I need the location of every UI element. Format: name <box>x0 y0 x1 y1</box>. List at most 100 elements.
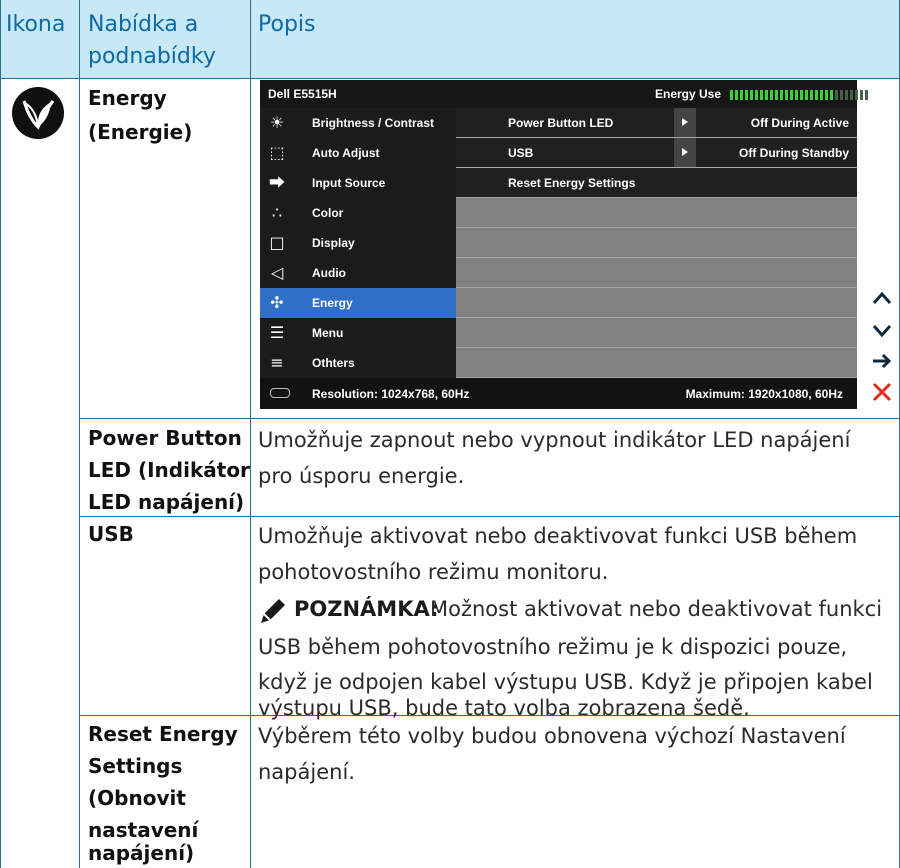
energy-meter-segment <box>840 90 843 100</box>
osd-menu-item-label: Brightness / Contrast <box>312 116 435 130</box>
energy-meter-segment <box>765 90 768 100</box>
usb-note-line2: USB během pohotovostního režimu je k dis… <box>258 635 848 659</box>
energy-meter-segment <box>830 90 833 100</box>
energy-meter-segment <box>735 90 738 100</box>
reset-description-line2: napájení. <box>258 760 355 784</box>
energy-use-meter <box>260 80 868 108</box>
energy-meter-segment <box>820 90 823 100</box>
osd-menu-item-menu[interactable]: ☰ Menu <box>260 318 456 348</box>
submenu-arrow-icon <box>674 138 696 167</box>
osd-submenu-value: Off During Active <box>750 116 849 130</box>
brightness-icon: ☀ <box>269 113 285 132</box>
energy-meter-segment <box>845 90 848 100</box>
energy-meter-segment <box>770 90 773 100</box>
usb-description-line1: Umožňuje aktivovat nebo deaktivovat funk… <box>258 524 858 548</box>
osd-submenu-empty-row <box>456 318 857 348</box>
osd-menu-item-label: Auto Adjust <box>312 146 380 160</box>
grid-line <box>0 0 1 868</box>
reset-name-line5: napájení) <box>88 841 195 865</box>
osd-resolution: Resolution: 1024x768, 60Hz <box>312 387 470 401</box>
osd-maximum-resolution: Maximum: 1920x1080, 60Hz <box>685 387 843 401</box>
energy-meter-segment <box>780 90 783 100</box>
energy-meter-segment <box>810 90 813 100</box>
energy-meter-segment <box>800 90 803 100</box>
energy-meter-segment <box>835 90 838 100</box>
up-arrow-icon[interactable] <box>870 287 894 311</box>
osd-menu-item-color[interactable]: ∴ Color <box>260 198 456 228</box>
note-pencil-icon <box>259 597 287 625</box>
osd-submenu-row[interactable]: Power Button LED Off During Active <box>456 108 857 138</box>
osd-submenu-label: Reset Energy Settings <box>508 176 636 190</box>
audio-icon: ◁ <box>270 263 284 282</box>
grid-line <box>79 418 900 419</box>
osd-menu-item-display[interactable]: □ Display <box>260 228 456 258</box>
osd-menu-item-auto-adjust[interactable]: ⬚ Auto Adjust <box>260 138 456 168</box>
header-menu-label-line2: podnabídky <box>88 44 216 69</box>
energy-leaf-icon <box>12 87 64 139</box>
energy-meter-segment <box>740 90 743 100</box>
energy-meter-segment <box>755 90 758 100</box>
grid-line <box>250 0 251 868</box>
osd-menu-item-label: Display <box>312 236 355 250</box>
osd-submenu-panel: Power Button LED Off During Active USB Off … <box>456 108 857 378</box>
osd-submenu-label: Power Button LED <box>508 116 614 130</box>
energy-meter-segment <box>855 90 858 100</box>
right-arrow-icon[interactable] <box>870 349 894 373</box>
osd-submenu-row[interactable]: USB Off During Standby <box>456 138 857 168</box>
osd-submenu-empty-row <box>456 258 857 288</box>
input-connector-icon <box>270 388 290 398</box>
display-icon: □ <box>269 233 285 252</box>
usb-name: USB <box>88 522 134 546</box>
osd-submenu-row[interactable]: Reset Energy Settings <box>456 168 857 198</box>
osd-menu-item-label: Audio <box>312 266 346 280</box>
usb-note-label: POZNÁMKA: <box>294 597 439 621</box>
others-icon: ≡ <box>270 353 284 372</box>
osd-submenu-value: Off During Standby <box>739 146 849 160</box>
power-led-description-line1: Umožňuje zapnout nebo vypnout indikátor … <box>258 428 851 452</box>
osd-menu-item-label: Energy <box>312 296 353 310</box>
energy-meter-segment <box>815 90 818 100</box>
energy-meter-segment <box>850 90 853 100</box>
energy-meter-segment <box>825 90 828 100</box>
energy-menu-name-line1: Energy <box>88 86 167 110</box>
energy-meter-segment <box>790 90 793 100</box>
osd-menu-item-input-source[interactable]: ⮕ Input Source <box>260 168 456 198</box>
grid-line <box>79 0 80 868</box>
energy-menu-table: Ikona Nabídka a podnabídky Popis Energy … <box>0 0 900 868</box>
energy-meter-segment <box>785 90 788 100</box>
osd-screenshot: Dell E5515H Energy Use ☀ Brightness / Con… <box>260 80 868 409</box>
energy-icon: ✣ <box>270 293 284 312</box>
reset-description-line1: Výběrem této volby budou obnovena výchoz… <box>258 724 846 748</box>
energy-meter-segment <box>775 90 778 100</box>
osd-submenu-empty-row <box>456 348 857 378</box>
osd-menu-item-energy[interactable]: ✣ Energy <box>260 288 456 318</box>
osd-menu-item-label: Input Source <box>312 176 386 190</box>
osd-submenu-label: USB <box>508 146 534 160</box>
osd-menu-item-label: Menu <box>312 326 344 340</box>
usb-note-first-line: Možnost aktivovat nebo deaktivovat funkc… <box>430 597 883 621</box>
osd-menu-item-othters[interactable]: ≡ Othters <box>260 348 456 378</box>
osd-menu-item-brightness-contrast[interactable]: ☀ Brightness / Contrast <box>260 108 456 138</box>
osd-submenu-empty-row <box>456 198 857 228</box>
energy-meter-segment <box>750 90 753 100</box>
energy-meter-segment <box>795 90 798 100</box>
auto-adjust-icon: ⬚ <box>269 143 285 162</box>
energy-meter-segment <box>865 90 868 100</box>
osd-menu-item-label: Othters <box>312 356 355 370</box>
osd-main-menu: ☀ Brightness / Contrast ⬚ Auto Adjust ⮕ Input… <box>260 108 456 378</box>
energy-meter-segment <box>860 90 863 100</box>
osd-submenu-empty-row <box>456 288 857 318</box>
osd-menu-item-label: Color <box>312 206 344 220</box>
header-icon-label: Ikona <box>6 12 66 37</box>
energy-meter-segment <box>760 90 763 100</box>
close-icon[interactable] <box>870 380 894 404</box>
energy-menu-name-line2: (Energie) <box>88 120 193 144</box>
menu-icon: ☰ <box>269 323 285 342</box>
osd-menu-item-audio[interactable]: ◁ Audio <box>260 258 456 288</box>
usb-note-line4: výstupu USB, bude tato volba zobrazena š… <box>258 696 750 720</box>
osd-title-bar: Dell E5515H Energy Use <box>260 80 868 108</box>
down-arrow-icon[interactable] <box>870 318 894 342</box>
submenu-arrow-icon <box>674 108 696 137</box>
power-led-description-line2: pro úsporu energie. <box>258 464 465 488</box>
osd-submenu-empty-row <box>456 228 857 258</box>
